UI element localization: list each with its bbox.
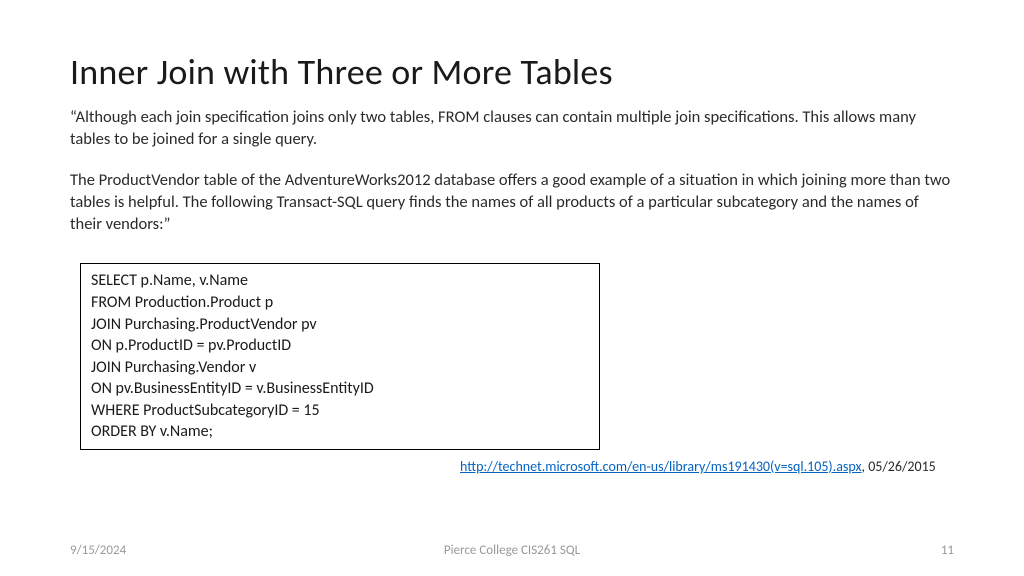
sql-code-block: SELECT p.Name, v.Name FROM Production.Pr… <box>80 263 600 450</box>
paragraph-1: “Although each join specification joins … <box>70 106 954 151</box>
paragraph-2: The ProductVendor table of the Adventure… <box>70 169 954 236</box>
slide-title: Inner Join with Three or More Tables <box>70 50 954 94</box>
reference-citation: http://technet.microsoft.com/en-us/libra… <box>460 458 954 475</box>
footer-page-number: 11 <box>941 543 954 558</box>
footer-date: 9/15/2024 <box>70 543 126 558</box>
footer-course: Pierce College CIS261 SQL <box>444 543 580 558</box>
reference-link[interactable]: http://technet.microsoft.com/en-us/libra… <box>460 458 862 475</box>
reference-date: , 05/26/2015 <box>862 458 936 475</box>
slide-footer: 9/15/2024 Pierce College CIS261 SQL 11 <box>0 543 1024 558</box>
